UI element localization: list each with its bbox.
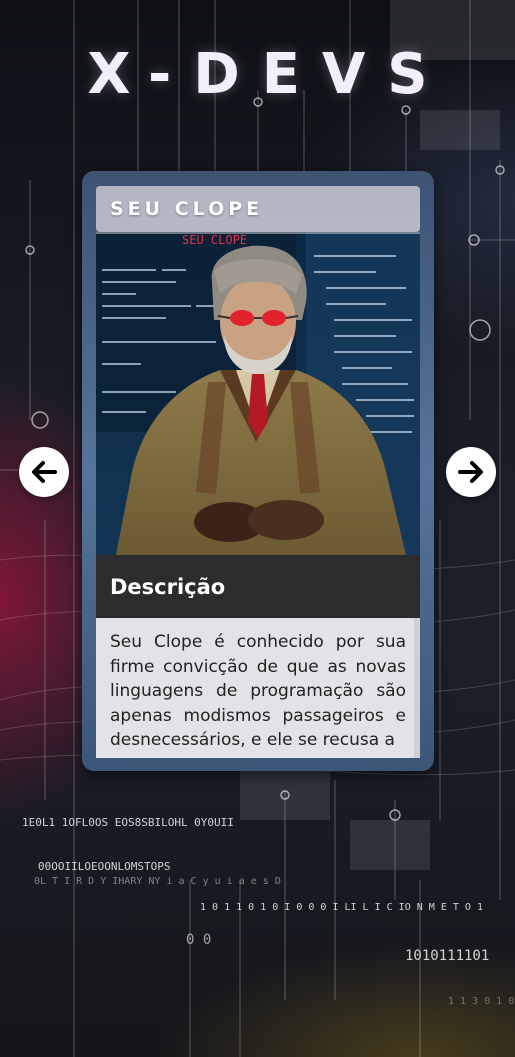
background-code-line: 0 0 bbox=[186, 932, 212, 948]
description-panel[interactable]: Seu Clope é conhecido por sua firme conv… bbox=[96, 618, 420, 758]
description-text: Seu Clope é conhecido por sua firme conv… bbox=[110, 632, 406, 750]
character-name: SEU CLOPE bbox=[96, 186, 420, 232]
background-code-line: 1 0 1 1 0 1 0 I 0 0 0 I LI L I C IO N M … bbox=[200, 902, 483, 913]
app-logo: X-DEVS bbox=[87, 42, 450, 107]
previous-character-button[interactable] bbox=[19, 447, 69, 497]
background-code-line: 0L T I R D Y IHARY NY i a C y u i a e s … bbox=[34, 876, 281, 887]
arrow-right-icon bbox=[458, 461, 483, 483]
character-portrait: SEU CLOPE bbox=[96, 232, 420, 555]
arrow-left-icon bbox=[32, 461, 57, 483]
background-code-line: 1E0L1 1OFL0OS EOS8SBILOHL 0Y0UII bbox=[22, 816, 234, 829]
portrait-banner-text: SEU CLOPE bbox=[182, 233, 247, 247]
description-heading: Descrição bbox=[96, 555, 420, 618]
background-code-line: 1 1 3 0 1 0 0 0 bbox=[448, 996, 515, 1007]
background-code-line: 00OOIILOEOONLOMSTOPS bbox=[38, 860, 171, 873]
character-card: SEU CLOPE SEU CLOPE Descrição Seu Clope … bbox=[82, 171, 434, 771]
background-code-line: 1010111101 bbox=[405, 948, 490, 964]
description-scrollbar[interactable] bbox=[414, 618, 420, 758]
next-character-button[interactable] bbox=[446, 447, 496, 497]
